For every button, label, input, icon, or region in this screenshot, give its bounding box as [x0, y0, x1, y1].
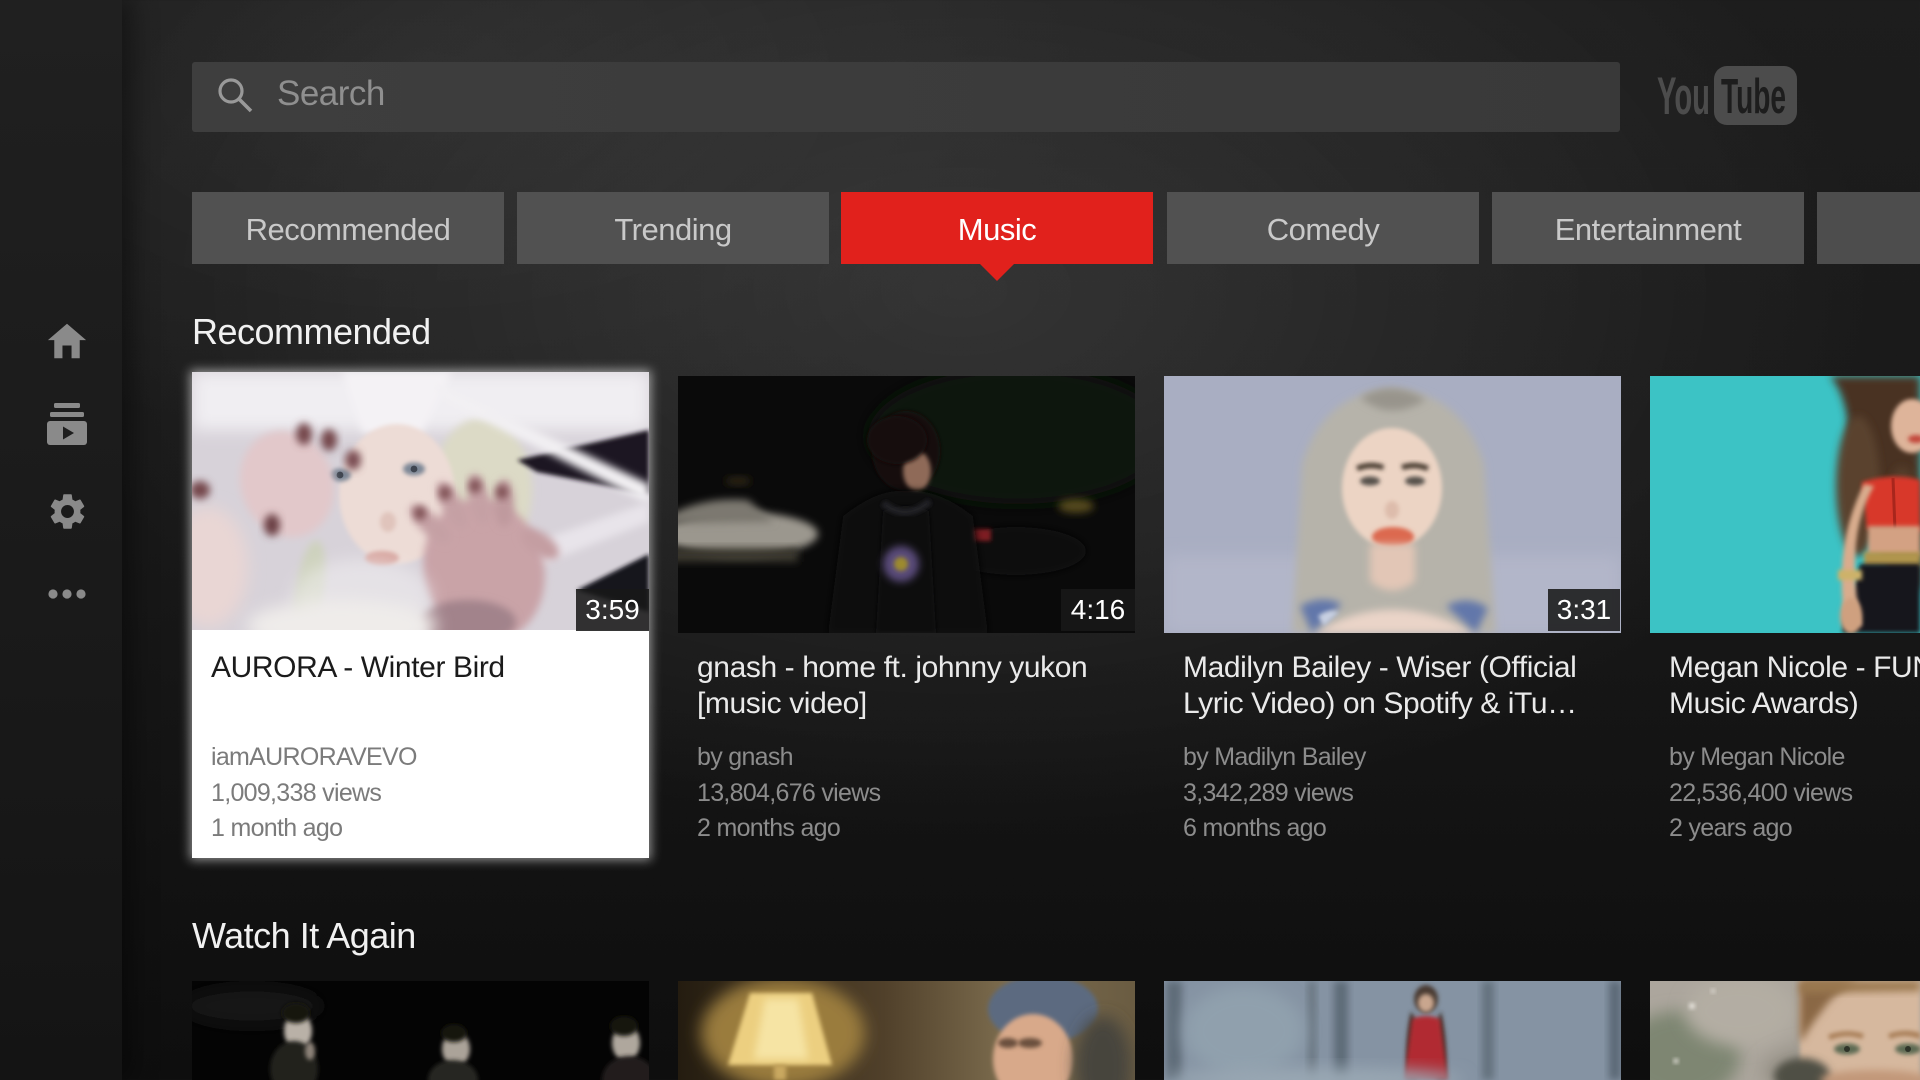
svg-text:You: You — [1657, 67, 1710, 126]
svg-text:Tube: Tube — [1721, 70, 1786, 124]
